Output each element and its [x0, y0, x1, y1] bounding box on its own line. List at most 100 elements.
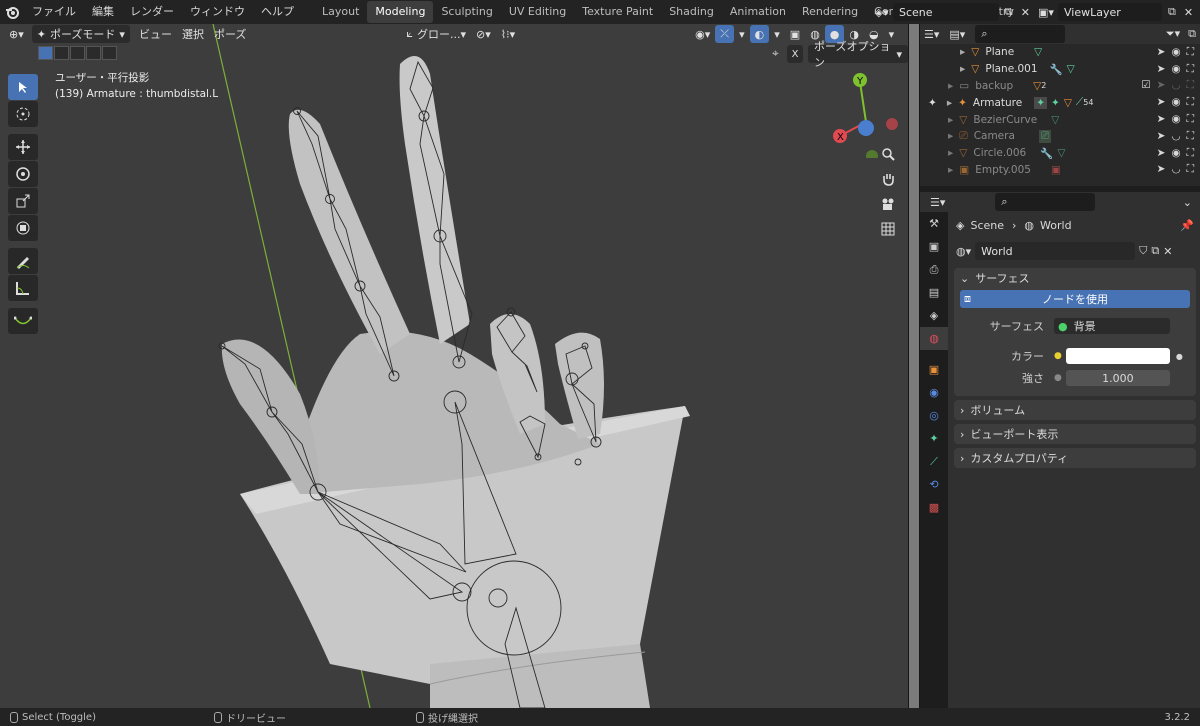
outliner-row-backup[interactable]: ▸ ▭ backup ▽ 2 ☑ ➤ ◡ ⛶ [920, 78, 1200, 95]
select-tool-icon[interactable] [8, 74, 38, 100]
outliner-row-armature[interactable]: ✦ ▸ ✦ Armature ✦ ✦ ▽ ⟋ 54 ➤ ◉ ⛶ [920, 94, 1200, 111]
view-layer-tab-icon[interactable]: ▤ [920, 281, 948, 304]
strength-field[interactable]: 1.000 [1065, 370, 1170, 386]
volume-panel[interactable]: › ボリューム [954, 400, 1196, 420]
checkbox-icon[interactable]: ☑ [1141, 79, 1150, 92]
mirror-icon[interactable]: ⌖ [772, 46, 779, 61]
gizmo-dropdown-icon[interactable]: ▾ [734, 25, 750, 43]
area-divider[interactable] [908, 24, 920, 708]
outliner-row-beziercurve[interactable]: ▸ ▽ BezierCurve ▽ ➤ ◉ ⛶ [920, 111, 1200, 128]
physics-tab-icon[interactable]: ◉ [920, 381, 948, 404]
x-mirror-button[interactable]: X [787, 45, 803, 63]
scene-name-field[interactable]: Scene [893, 3, 999, 21]
visibility-icon[interactable]: ◉▾ [690, 25, 715, 43]
surface-shader-field[interactable]: ● 背景 [1054, 318, 1170, 334]
surface-panel-header[interactable]: ⌄ サーフェス [954, 268, 1196, 288]
world-name-field[interactable]: World [975, 242, 1136, 260]
camera-render-icon[interactable]: ⛶ [1187, 96, 1194, 109]
select-subtract-icon[interactable] [70, 46, 85, 60]
outliner-row-plane-001[interactable]: ▸ ▽ Plane.001 🔧 ▽ ➤ ◉ ⛶ [920, 61, 1200, 78]
editor-type-icon[interactable]: ⊕▾ [4, 25, 29, 43]
gizmo-neg-x[interactable] [886, 118, 898, 130]
filter-icon[interactable]: ⏷▾ [1166, 27, 1180, 41]
eye-closed-icon[interactable]: ◡ [1171, 130, 1180, 143]
tab-layout[interactable]: Layout [314, 1, 367, 23]
transform-tool-icon[interactable] [8, 215, 38, 241]
selectable-icon[interactable]: ➤ [1157, 163, 1166, 176]
outliner-row-empty-005[interactable]: ▸ ▣ Empty.005 ▣ ➤ ◡ ⛶ [920, 162, 1200, 179]
copy-view-layer-icon[interactable]: ⧉ [1168, 5, 1176, 19]
eye-icon[interactable]: ◉ [1171, 46, 1180, 59]
selectable-icon[interactable]: ➤ [1157, 130, 1166, 143]
selectable-icon[interactable]: ➤ [1157, 147, 1166, 160]
chevron-down-icon[interactable]: ⌄ [1183, 196, 1192, 209]
selectable-icon[interactable]: ➤ [1157, 96, 1166, 109]
measure-tool-icon[interactable] [8, 275, 38, 301]
camera-render-icon[interactable]: ⛶ [1187, 130, 1194, 143]
select-intersect-icon[interactable] [102, 46, 117, 60]
editor-type-icon[interactable]: ☰▾ [930, 196, 945, 209]
view-layer-field[interactable]: ViewLayer [1058, 3, 1162, 21]
menu-pose[interactable]: ポーズ [209, 25, 251, 43]
close-view-layer-icon[interactable]: ✕ [1184, 6, 1193, 19]
tool-tab-icon[interactable]: ⚒ [920, 212, 948, 235]
unlink-icon[interactable]: ✕ [1163, 245, 1172, 258]
scene-tab-icon[interactable]: ◈ [920, 304, 948, 327]
tab-texture-paint[interactable]: Texture Paint [574, 1, 661, 23]
camera-render-icon[interactable]: ⛶ [1187, 163, 1194, 176]
display-mode-icon[interactable]: ▤▾ [949, 28, 965, 41]
menu-window[interactable]: ウィンドウ [182, 0, 253, 24]
menu-file[interactable]: ファイル [24, 0, 84, 24]
render-tab-icon[interactable]: ▣ [920, 235, 948, 258]
copy-scene-icon[interactable]: ⧉ [1005, 5, 1013, 19]
fake-user-shield-icon[interactable]: ⛉ [1139, 244, 1147, 258]
selectable-icon[interactable]: ➤ [1157, 113, 1166, 126]
camera-render-icon[interactable]: ⛶ [1187, 113, 1194, 126]
outliner-row-camera[interactable]: ▸ ⎚ Camera ⎚ ➤ ◡ ⛶ [920, 128, 1200, 145]
tab-uv-editing[interactable]: UV Editing [501, 1, 574, 23]
menu-select[interactable]: 選択 [177, 25, 209, 43]
custom-properties-panel[interactable]: › カスタムプロパティ [954, 448, 1196, 468]
pin-icon[interactable]: 📌 [1180, 219, 1194, 232]
eye-icon[interactable]: ◉ [1171, 147, 1180, 160]
zoom-icon[interactable] [876, 142, 900, 166]
selectable-icon[interactable]: ➤ [1157, 63, 1166, 76]
scene-icon[interactable]: ◈▾ [870, 6, 893, 19]
pivot-icon[interactable]: ⊘▾ [471, 25, 496, 43]
select-invert-icon[interactable] [86, 46, 101, 60]
world-tab-icon[interactable]: ◍ [920, 327, 948, 350]
tab-modeling[interactable]: Modeling [367, 1, 434, 23]
texture-tab-icon[interactable]: ▩ [920, 496, 948, 519]
camera-view-icon[interactable] [876, 192, 900, 216]
new-collection-icon[interactable]: ⧉ [1188, 27, 1196, 41]
editor-type-icon[interactable]: ☰▾ [924, 28, 939, 41]
overlay-dropdown-icon[interactable]: ▾ [769, 25, 785, 43]
tab-animation[interactable]: Animation [722, 1, 794, 23]
menu-help[interactable]: ヘルプ [253, 0, 302, 24]
output-tab-icon[interactable]: ⎙ [920, 258, 948, 281]
duplicate-icon[interactable]: ⧉ [1151, 244, 1159, 258]
eye-icon[interactable]: ◉ [1171, 113, 1180, 126]
xray-icon[interactable]: ▣ [785, 25, 805, 43]
close-scene-icon[interactable]: ✕ [1021, 6, 1030, 19]
scale-tool-icon[interactable] [8, 188, 38, 214]
eye-closed-icon[interactable]: ◡ [1171, 79, 1180, 92]
viewport-display-panel[interactable]: › ビューポート表示 [954, 424, 1196, 444]
rotate-tool-icon[interactable] [8, 161, 38, 187]
selectable-icon[interactable]: ➤ [1157, 46, 1166, 59]
overlay-toggle-icon[interactable]: ◐ [749, 25, 770, 43]
select-extend-icon[interactable] [54, 46, 69, 60]
tab-sculpting[interactable]: Sculpting [433, 1, 500, 23]
perspective-grid-icon[interactable] [876, 217, 900, 241]
object-tab-icon[interactable]: ▣ [920, 358, 948, 381]
keyframe-dot-icon[interactable]: ● [1176, 352, 1183, 361]
eye-icon[interactable]: ◉ [1171, 63, 1180, 76]
menu-edit[interactable]: 編集 [84, 0, 122, 24]
outliner-row-circle-006[interactable]: ▸ ▽ Circle.006 🔧 ▽ ➤ ◉ ⛶ [920, 145, 1200, 162]
eye-closed-icon[interactable]: ◡ [1171, 163, 1180, 176]
properties-search-input[interactable]: ⌕ [995, 193, 1096, 211]
constraints-tab-icon[interactable]: ◎ [920, 404, 948, 427]
eye-icon[interactable]: ◉ [1171, 96, 1180, 109]
mode-selector[interactable]: ✦ ポーズモード ▾ [31, 25, 130, 43]
camera-render-icon[interactable]: ⛶ [1187, 63, 1194, 76]
